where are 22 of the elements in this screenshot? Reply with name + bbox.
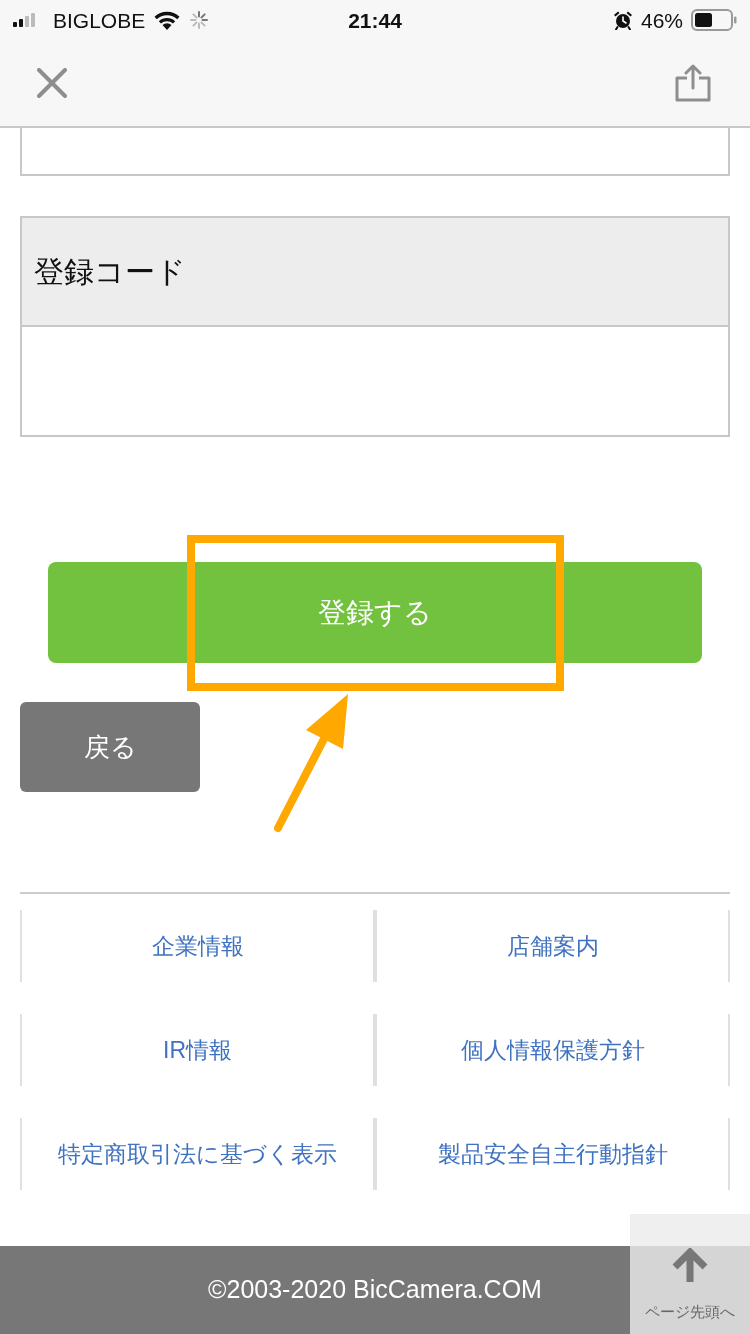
signal-icon	[13, 13, 35, 27]
footer-link[interactable]: IR情報	[20, 1014, 375, 1086]
page-top-button[interactable]: ページ先頭へ	[630, 1214, 750, 1334]
footer-link[interactable]: 製品安全自主行動指針	[375, 1118, 730, 1190]
up-arrow-icon	[671, 1248, 709, 1282]
clock-time: 21:44	[348, 9, 402, 31]
footer-link[interactable]: 店舗案内	[375, 910, 730, 982]
wifi-icon	[153, 10, 182, 30]
field-label: 登録コード	[34, 254, 186, 290]
footer-link[interactable]: 企業情報	[20, 910, 375, 982]
footer-link[interactable]: 特定商取引法に基づく表示	[20, 1118, 375, 1190]
alarm-clock-icon	[612, 10, 633, 30]
carrier-name: BIGLOBE	[53, 9, 146, 31]
close-icon[interactable]	[37, 68, 67, 98]
loading-spinner-icon	[189, 10, 210, 30]
share-icon[interactable]	[674, 64, 712, 102]
back-button[interactable]: 戻る	[20, 702, 200, 792]
battery-icon	[691, 9, 737, 31]
footer-link[interactable]: 個人情報保護方針	[375, 1014, 730, 1086]
battery-percentage: 46%	[640, 9, 683, 31]
input-field[interactable]	[20, 128, 730, 176]
copyright-text: ©2003-2020 BicCamera.COM	[208, 1274, 542, 1306]
